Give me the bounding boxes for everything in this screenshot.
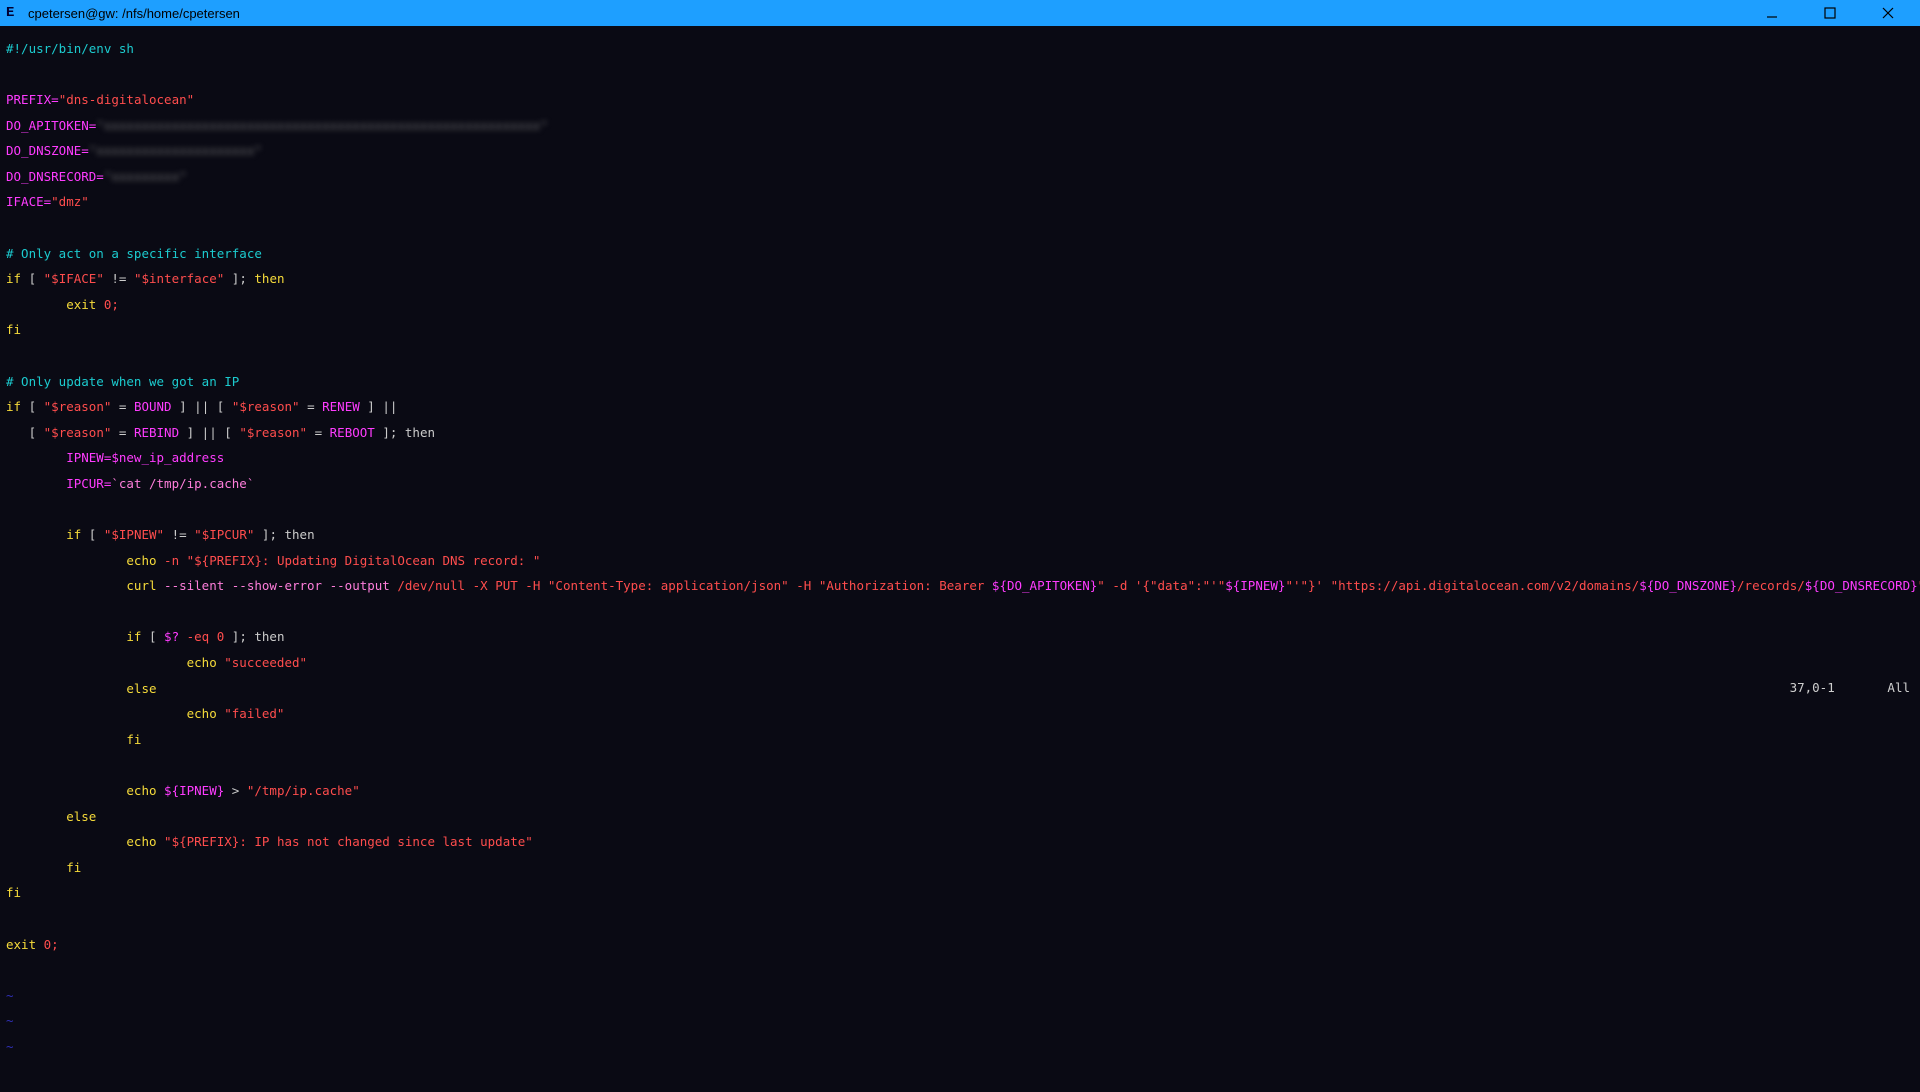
scroll-indicator: All [1887, 680, 1910, 695]
apitoken-key: DO_APITOKEN= [6, 118, 96, 133]
shebang: #!/usr/bin/env sh [6, 41, 134, 56]
prefix-val: "dns-digitalocean" [59, 92, 194, 107]
minimize-button[interactable] [1752, 0, 1792, 26]
dnszone-key: DO_DNSZONE= [6, 143, 89, 158]
window-buttons [1752, 0, 1916, 26]
maximize-button[interactable] [1810, 0, 1850, 26]
vim-status: 37,0-1 All [1775, 669, 1910, 695]
window-titlebar: E cpetersen@gw: /nfs/home/cpetersen [0, 0, 1920, 26]
iface-key: IFACE= [6, 194, 51, 209]
editor-pane[interactable]: #!/usr/bin/env sh PREFIX="dns-digitaloce… [0, 26, 1920, 701]
apitoken-val: "xxxxxxxxxxxxxxxxxxxxxxxxxxxxxxxxxxxxxxx… [96, 118, 548, 133]
comment-iface: # Only act on a specific interface [6, 246, 262, 261]
dnsrecord-val: "xxxxxxxxx" [104, 169, 187, 184]
prefix-key: PREFIX= [6, 92, 59, 107]
close-button[interactable] [1868, 0, 1908, 26]
cursor-position: 37,0-1 [1790, 680, 1835, 695]
iface-val: "dmz" [51, 194, 89, 209]
tilde-line: ~ [6, 1039, 14, 1054]
tilde-line: ~ [6, 1013, 14, 1028]
comment-update: # Only update when we got an IP [6, 374, 239, 389]
app-icon: E [6, 5, 22, 21]
dnszone-val: "xxxxxxxxxxxxxxxxxxxxx" [89, 143, 262, 158]
dnsrecord-key: DO_DNSRECORD= [6, 169, 104, 184]
tilde-line: ~ [6, 988, 14, 1003]
window-title: cpetersen@gw: /nfs/home/cpetersen [28, 7, 240, 20]
